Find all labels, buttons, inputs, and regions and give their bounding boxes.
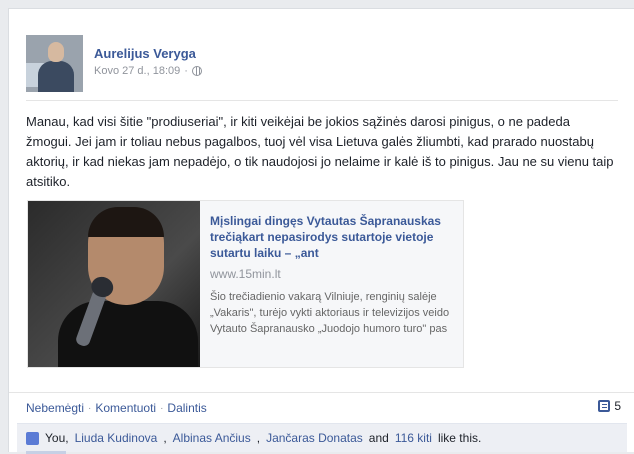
avatar[interactable] — [26, 35, 83, 92]
post-actions: Nebemėgti · Komentuoti · Dalintis — [26, 401, 207, 415]
likes-summary: You, Liuda Kudinova, Albinas Ančius, Jan… — [26, 431, 481, 445]
shared-link-domain: www.15min.lt — [210, 267, 281, 281]
post-message: Manau, kad visi šitie "prodiuseriai", ir… — [26, 114, 614, 189]
liker-link[interactable]: Liuda Kudinova — [75, 431, 158, 445]
shared-link-description: Šio trečiadienio vakarą Vilniuje, rengin… — [210, 291, 450, 335]
comment-count[interactable]: 5 — [598, 399, 621, 413]
comment-link[interactable]: Komentuoti — [95, 401, 156, 415]
liker-separator: , — [163, 431, 167, 445]
feed-post: Aurelijus Veryga Kovo 27 d., 18:09 · Man… — [8, 8, 634, 454]
shared-link-card[interactable]: Mįslingai dingęs Vytautas Šapranauskas t… — [27, 200, 464, 368]
liker-separator: , — [256, 431, 261, 445]
post-actions-bar: Nebemėgti · Komentuoti · Dalintis 5 — [9, 392, 634, 423]
avatar-body — [38, 61, 74, 92]
likes-suffix: like this. — [437, 431, 482, 445]
post-meta: Kovo 27 d., 18:09 · — [94, 65, 202, 77]
like-thumb-icon — [26, 431, 39, 445]
likes-and: and — [368, 431, 389, 445]
comment-count-value: 5 — [614, 399, 621, 413]
shared-link-info: Mįslingai dingęs Vytautas Šapranauskas t… — [200, 201, 463, 367]
liker-link[interactable]: Jančaras Donatas — [266, 431, 363, 445]
liker-link[interactable]: Albinas Ančius — [173, 431, 251, 445]
shared-link-title[interactable]: Mįslingai dingęs Vytautas Šapranauskas t… — [210, 213, 453, 261]
timestamp[interactable]: Kovo 27 d., 18:09 — [94, 65, 180, 77]
share-link[interactable]: Dalintis — [167, 401, 206, 415]
action-separator: · — [160, 402, 164, 414]
author-name[interactable]: Aurelijus Veryga — [94, 46, 196, 61]
likes-you: You, — [45, 431, 69, 445]
likes-others-link[interactable]: 116 kiti — [395, 431, 432, 445]
comment-icon — [598, 400, 611, 412]
shared-link-thumbnail[interactable] — [28, 201, 200, 367]
globe-icon[interactable] — [191, 66, 202, 76]
meta-separator: · — [184, 65, 188, 77]
divider — [26, 100, 618, 101]
avatar-head — [48, 42, 64, 62]
action-separator: · — [88, 402, 92, 414]
unlike-link[interactable]: Nebemėgti — [26, 401, 84, 415]
likes-bar: You, Liuda Kudinova, Albinas Ančius, Jan… — [17, 423, 627, 452]
